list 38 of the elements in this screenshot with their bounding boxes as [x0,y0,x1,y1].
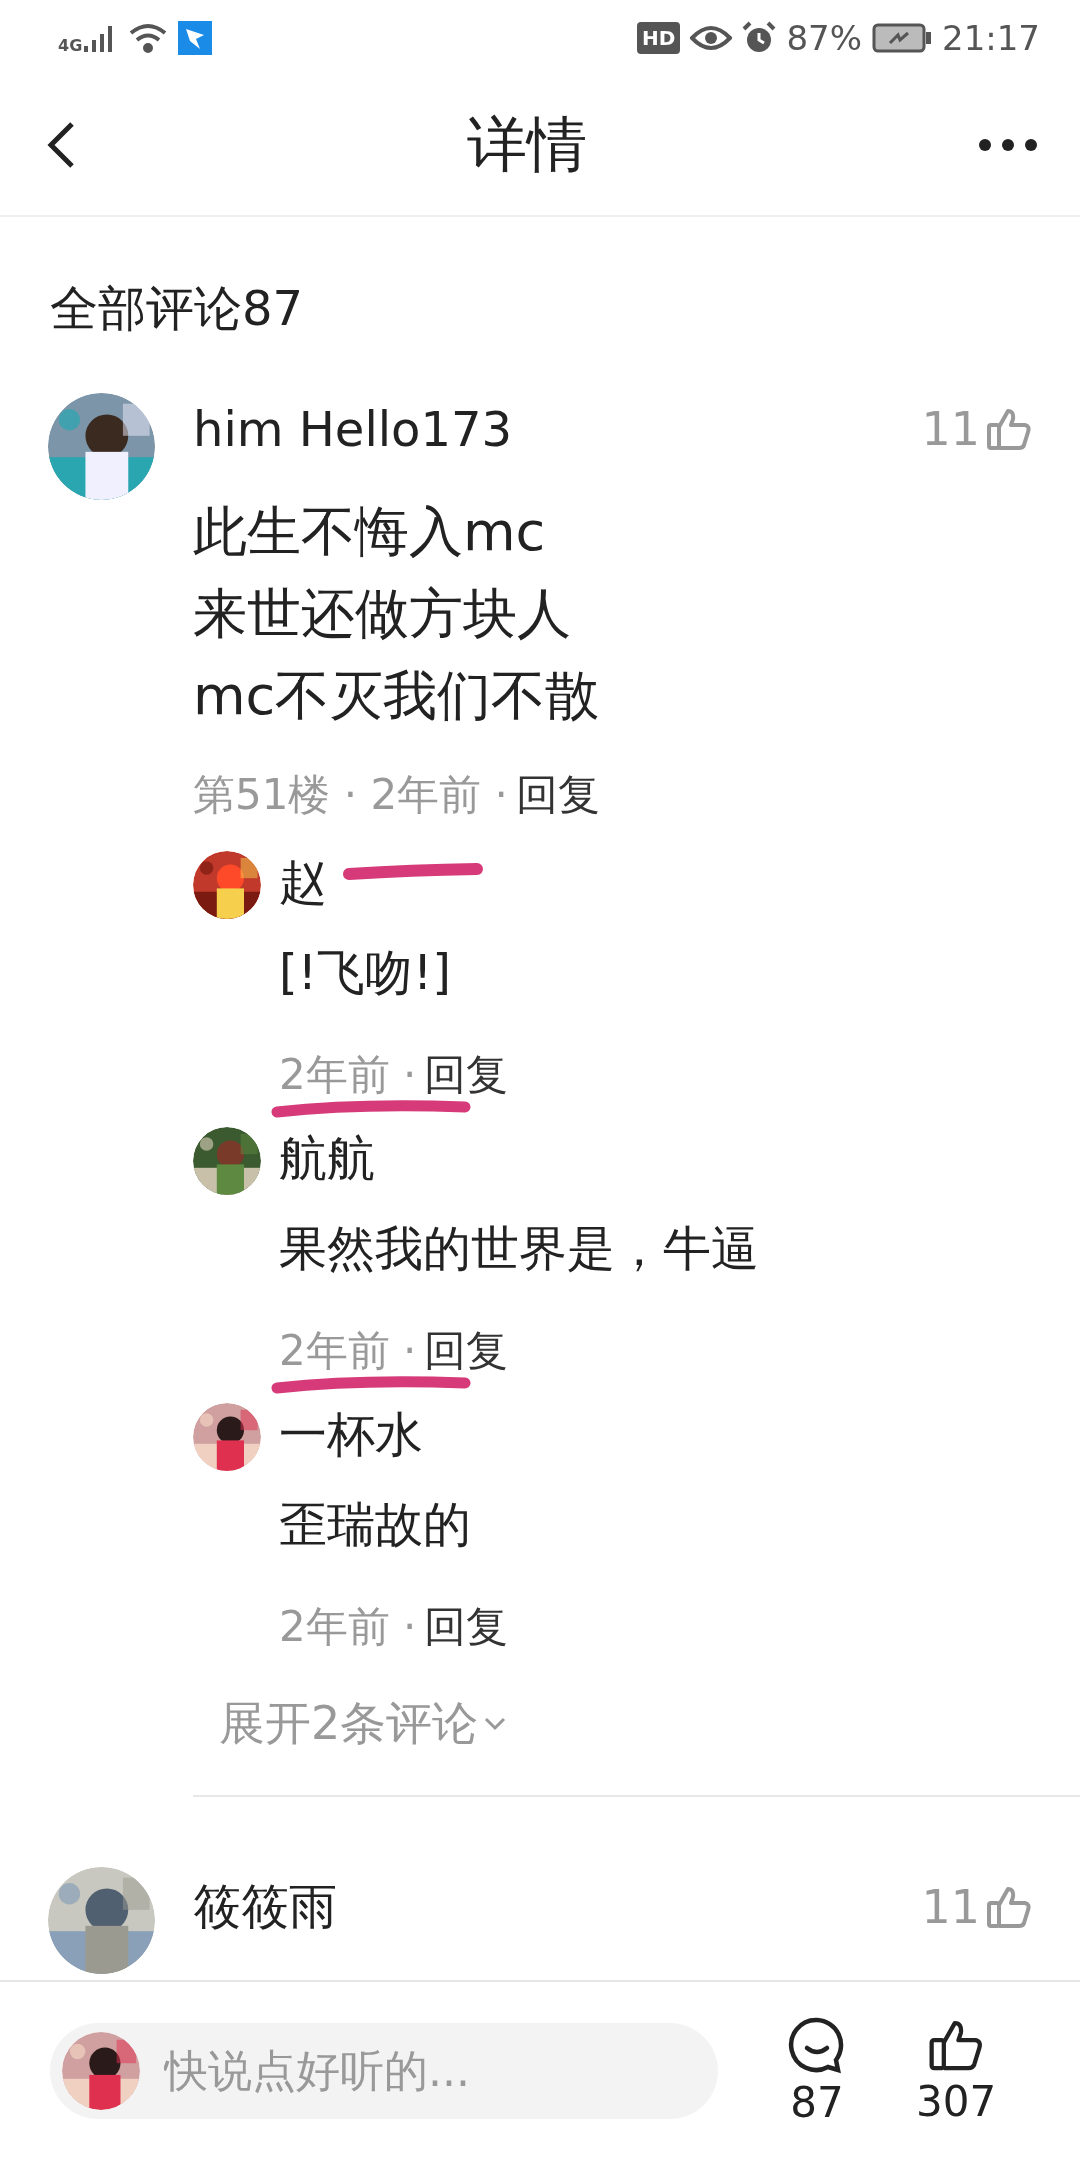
wifi-icon [128,22,169,53]
comment-text: 来世还做方块人 [193,581,572,647]
alarm-icon [742,20,777,55]
reply-meta: 2年前 · [279,1325,417,1377]
reply-link[interactable]: 回复 [424,1047,509,1103]
battery-icon [872,22,932,53]
comment-meta: 第51楼 · 2年前 · [193,769,508,821]
reply-meta: 2年前 · [279,1049,417,1101]
comments-button[interactable]: 87 [788,2015,846,2127]
comment-icon [788,2015,846,2074]
comment-author[interactable]: him Hello173 [193,401,513,457]
thumbs-up-icon[interactable] [986,1885,1032,1929]
page-title: 详情 [467,107,587,181]
more-icon[interactable] [978,138,1038,152]
reply-link[interactable]: 回复 [424,1323,509,1379]
reply-author[interactable]: 一杯水 [279,1403,423,1467]
reply-text: 歪瑞故的 [279,1495,472,1554]
eye-icon [690,23,733,52]
reply-author[interactable]: 赵 [279,851,327,915]
hd-badge: HD [637,21,681,54]
reply-meta: 2年前 · [279,1601,417,1653]
clock-time: 21:17 [942,17,1040,58]
comment-text: mc不灭我们不散 [193,663,601,729]
reply-link[interactable]: 回复 [515,767,600,823]
section-title: 全部评论87 [50,279,305,338]
like-count-button[interactable]: 307 [916,2016,997,2126]
reply-text: 果然我的世界是，牛逼 [279,1219,760,1278]
comment-author[interactable]: 筱筱雨 [193,1875,337,1939]
comment-text: 此生不悔入mc [193,499,547,565]
reply-author[interactable]: 航航 [279,1127,375,1191]
network-label: 4G [58,36,83,55]
back-icon[interactable] [46,121,76,169]
battery-percentage: 87% [786,17,862,58]
thumbs-up-icon[interactable] [986,407,1032,451]
app-icon [178,20,213,55]
chevron-down-icon [484,1717,507,1731]
reply-text: [!飞吻!] [279,943,452,1002]
reply-link[interactable]: 回复 [424,1599,509,1655]
